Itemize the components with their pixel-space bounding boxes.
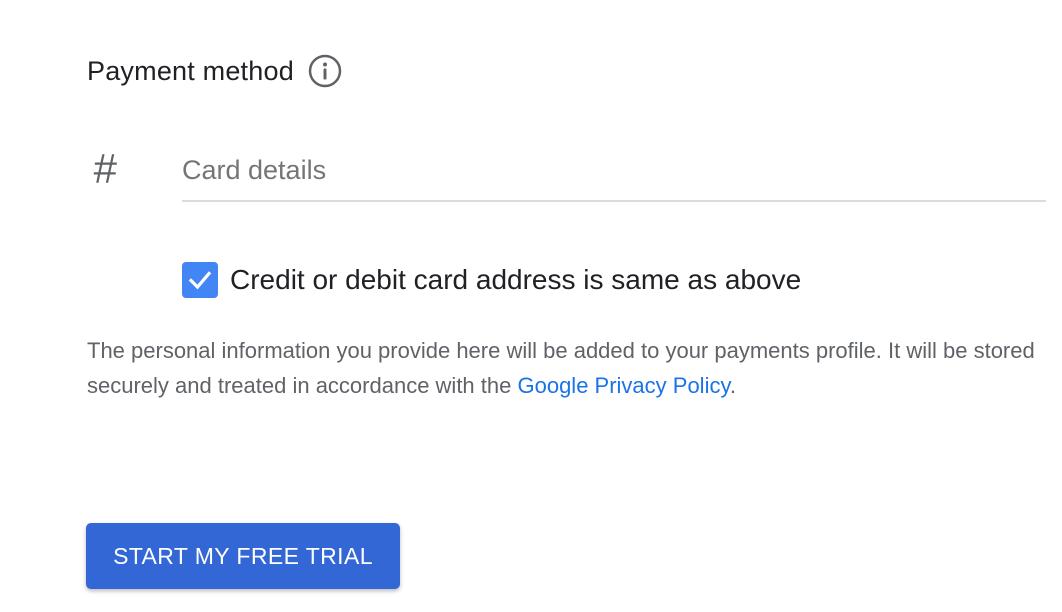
card-details-input[interactable] (182, 140, 1046, 202)
hash-icon: # (93, 145, 117, 192)
payment-method-header: Payment method (87, 54, 342, 88)
privacy-policy-link[interactable]: Google Privacy Policy (517, 373, 729, 398)
start-free-trial-button[interactable]: START MY FREE TRIAL (86, 523, 400, 589)
section-title: Payment method (87, 55, 294, 86)
info-icon[interactable] (308, 54, 342, 88)
checkmark-icon (188, 271, 212, 290)
same-address-label[interactable]: Credit or debit card address is same as … (230, 264, 801, 296)
same-address-checkbox[interactable] (182, 262, 218, 298)
same-address-row: Credit or debit card address is same as … (182, 262, 801, 298)
privacy-notice: The personal information you provide her… (87, 333, 1047, 403)
payment-page: Payment method # Credit or debit card ad… (0, 0, 1062, 612)
privacy-notice-suffix: . (729, 373, 736, 398)
